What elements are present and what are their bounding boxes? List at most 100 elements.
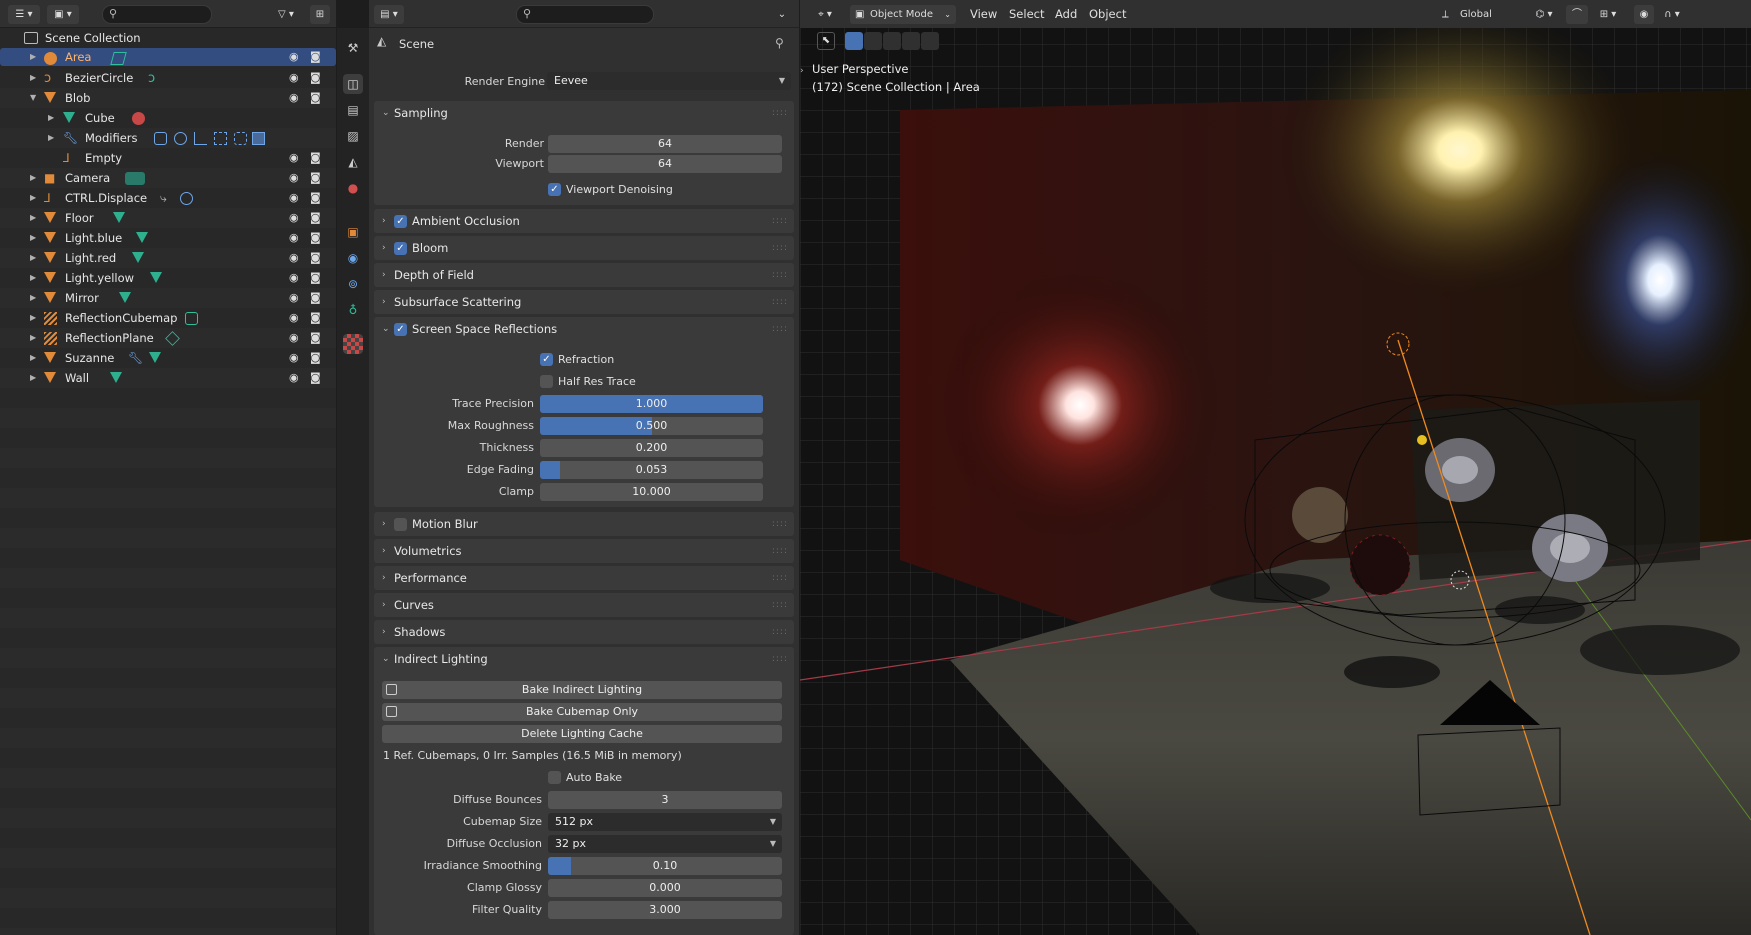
mesh-data-icon[interactable]: [149, 352, 161, 363]
render-camera-icon[interactable]: ◙: [310, 288, 321, 308]
render-camera-icon[interactable]: ◙: [310, 308, 321, 328]
sampling-panel-header[interactable]: ⌄ Sampling::::: [374, 101, 794, 125]
modifier-icon[interactable]: [252, 132, 265, 145]
editor-type-button[interactable]: ▤ ▾: [374, 5, 404, 24]
mode-select[interactable]: ▣ Object Mode ⌄: [850, 5, 956, 24]
indirect-lighting-panel-header[interactable]: ⌄ Indirect Lighting::::: [374, 647, 794, 671]
render-camera-icon[interactable]: ◙: [310, 328, 321, 348]
mesh-data-icon[interactable]: [110, 372, 122, 383]
thickness-field[interactable]: 0.200: [540, 439, 763, 457]
drag-grip-icon[interactable]: ::::: [772, 539, 788, 563]
cubemap-size-select[interactable]: 512 px ▼: [548, 813, 782, 831]
outliner-root-row[interactable]: Scene Collection: [0, 28, 336, 48]
expand-arrow-icon[interactable]: ▶: [30, 188, 36, 208]
transform-orientation-select[interactable]: ⟂ Global: [1438, 5, 1514, 24]
visibility-eye-icon[interactable]: ◉: [289, 368, 299, 388]
camera-data-icon[interactable]: [125, 172, 145, 185]
edge-fading-field[interactable]: 0.053: [540, 461, 763, 479]
render-camera-icon[interactable]: ◙: [310, 248, 321, 268]
visibility-eye-icon[interactable]: ◉: [289, 248, 299, 268]
drag-grip-icon[interactable]: ::::: [772, 512, 788, 536]
bake-cubemap-button[interactable]: Bake Cubemap Only: [382, 703, 782, 721]
outliner-row-light-yellow[interactable]: ▶ Light.yellow ◉ ◙: [0, 268, 336, 288]
scene-tab-icon[interactable]: ◭: [343, 152, 363, 172]
bloom-checkbox[interactable]: ✓: [394, 242, 407, 255]
editor-type-button[interactable]: ⌖ ▾: [812, 5, 838, 24]
render-camera-icon[interactable]: ◙: [310, 228, 321, 248]
texture-tab-icon[interactable]: [343, 334, 363, 354]
light-data-icon[interactable]: [110, 52, 127, 65]
drag-grip-icon[interactable]: ::::: [772, 209, 788, 233]
viewport-scene[interactable]: [800, 0, 1751, 935]
refraction-checkbox[interactable]: ✓: [540, 353, 553, 366]
viewport-denoising-checkbox[interactable]: ✓: [548, 183, 561, 196]
motion-blur-panel[interactable]: › Motion Blur::::: [374, 512, 794, 536]
select-intersect-mode-icon[interactable]: [921, 32, 939, 50]
delete-lighting-cache-button[interactable]: Delete Lighting Cache: [382, 725, 782, 743]
drag-grip-icon[interactable]: ::::: [772, 236, 788, 260]
outliner-row-cube[interactable]: ▶ Cube: [0, 108, 336, 128]
ambient-occlusion-checkbox[interactable]: ✓: [394, 215, 407, 228]
expand-arrow-icon[interactable]: ▶: [30, 308, 36, 328]
performance-panel[interactable]: › Performance::::: [374, 566, 794, 590]
subsurface-scattering-panel[interactable]: › Subsurface Scattering::::: [374, 290, 794, 314]
half-res-trace-checkbox[interactable]: [540, 375, 553, 388]
visibility-eye-icon[interactable]: ◉: [289, 208, 299, 228]
viewport-samples-field[interactable]: 64: [548, 155, 782, 173]
outliner-row-floor[interactable]: ▶ Floor ◉ ◙: [0, 208, 336, 228]
render-camera-icon[interactable]: ◙: [310, 148, 321, 168]
menu-object[interactable]: Object: [1089, 0, 1126, 28]
filter-button[interactable]: ▽ ▾: [270, 5, 302, 24]
mesh-data-icon[interactable]: [136, 232, 148, 243]
visibility-eye-icon[interactable]: ◉: [289, 88, 299, 108]
probe-data-icon[interactable]: [185, 312, 198, 325]
bake-indirect-button[interactable]: Bake Indirect Lighting: [382, 681, 782, 699]
modifier-icon[interactable]: [234, 132, 247, 145]
outliner-row-area[interactable]: ▶ Area ◉ ◙: [0, 48, 336, 66]
visibility-eye-icon[interactable]: ◉: [289, 268, 299, 288]
outliner-row-wall[interactable]: ▶ Wall ◉ ◙: [0, 368, 336, 388]
volumetrics-panel[interactable]: › Volumetrics::::: [374, 539, 794, 563]
expand-arrow-icon[interactable]: ▶: [30, 348, 36, 368]
trace-precision-field[interactable]: 1.000: [540, 395, 763, 413]
editor-type-button[interactable]: ☰ ▾: [8, 5, 40, 24]
visibility-eye-icon[interactable]: ◉: [289, 348, 299, 368]
mesh-data-icon[interactable]: [113, 212, 125, 223]
drag-grip-icon[interactable]: ::::: [772, 290, 788, 314]
visibility-eye-icon[interactable]: ◉: [289, 168, 299, 188]
tool-select-icon[interactable]: ⬉: [817, 32, 835, 50]
render-camera-icon[interactable]: ◙: [310, 68, 321, 88]
constraint-icon[interactable]: ⤷: [160, 192, 173, 205]
render-camera-icon[interactable]: ◙: [310, 168, 321, 188]
expand-arrow-icon[interactable]: ▶: [30, 368, 36, 388]
diffuse-bounces-field[interactable]: 3: [548, 791, 782, 809]
physics-tab-icon[interactable]: ◉: [343, 248, 363, 268]
constraints-tab-icon[interactable]: ⊚: [343, 274, 363, 294]
snap-toggle-icon[interactable]: ⌒: [1566, 5, 1588, 24]
modifier-icon[interactable]: [214, 132, 227, 145]
render-samples-field[interactable]: 64: [548, 135, 782, 153]
render-camera-icon[interactable]: ◙: [310, 348, 321, 368]
pivot-point-button[interactable]: ⌬ ▾: [1524, 5, 1564, 24]
curve-data-icon[interactable]: ↄ: [148, 72, 161, 85]
select-invert-mode-icon[interactable]: [902, 32, 920, 50]
outliner-row-modifiers[interactable]: ▶ 🔧︎ Modifiers: [0, 128, 336, 148]
expand-arrow-icon[interactable]: ▶: [48, 128, 54, 148]
snap-target-button[interactable]: ⊞ ▾: [1590, 5, 1626, 24]
drag-grip-icon[interactable]: ::::: [772, 317, 788, 341]
view-layer-tab-icon[interactable]: ▨: [343, 126, 363, 146]
outliner-row-reflection-plane[interactable]: ▶ ReflectionPlane ◉ ◙: [0, 328, 336, 348]
3d-viewport[interactable]: ⌖ ▾ ▣ Object Mode ⌄ View Select Add Object…: [800, 0, 1751, 935]
visibility-eye-icon[interactable]: ◉: [289, 308, 299, 328]
render-engine-select[interactable]: Eevee ▼: [547, 72, 791, 90]
ssr-panel-header[interactable]: ⌄ ✓ Screen Space Reflections::::: [374, 317, 794, 341]
mesh-data-icon[interactable]: [119, 292, 131, 303]
expand-arrow-icon[interactable]: ▶: [30, 268, 36, 288]
outliner-row-mirror[interactable]: ▶ Mirror ◉ ◙: [0, 288, 336, 308]
drag-grip-icon[interactable]: ::::: [772, 647, 788, 671]
outliner-row-blob[interactable]: ▼ Blob ◉ ◙: [0, 88, 336, 108]
mesh-data-icon[interactable]: [150, 272, 162, 283]
menu-select[interactable]: Select: [1009, 0, 1044, 28]
render-camera-icon[interactable]: ◙: [310, 188, 321, 208]
select-subtract-mode-icon[interactable]: [883, 32, 901, 50]
